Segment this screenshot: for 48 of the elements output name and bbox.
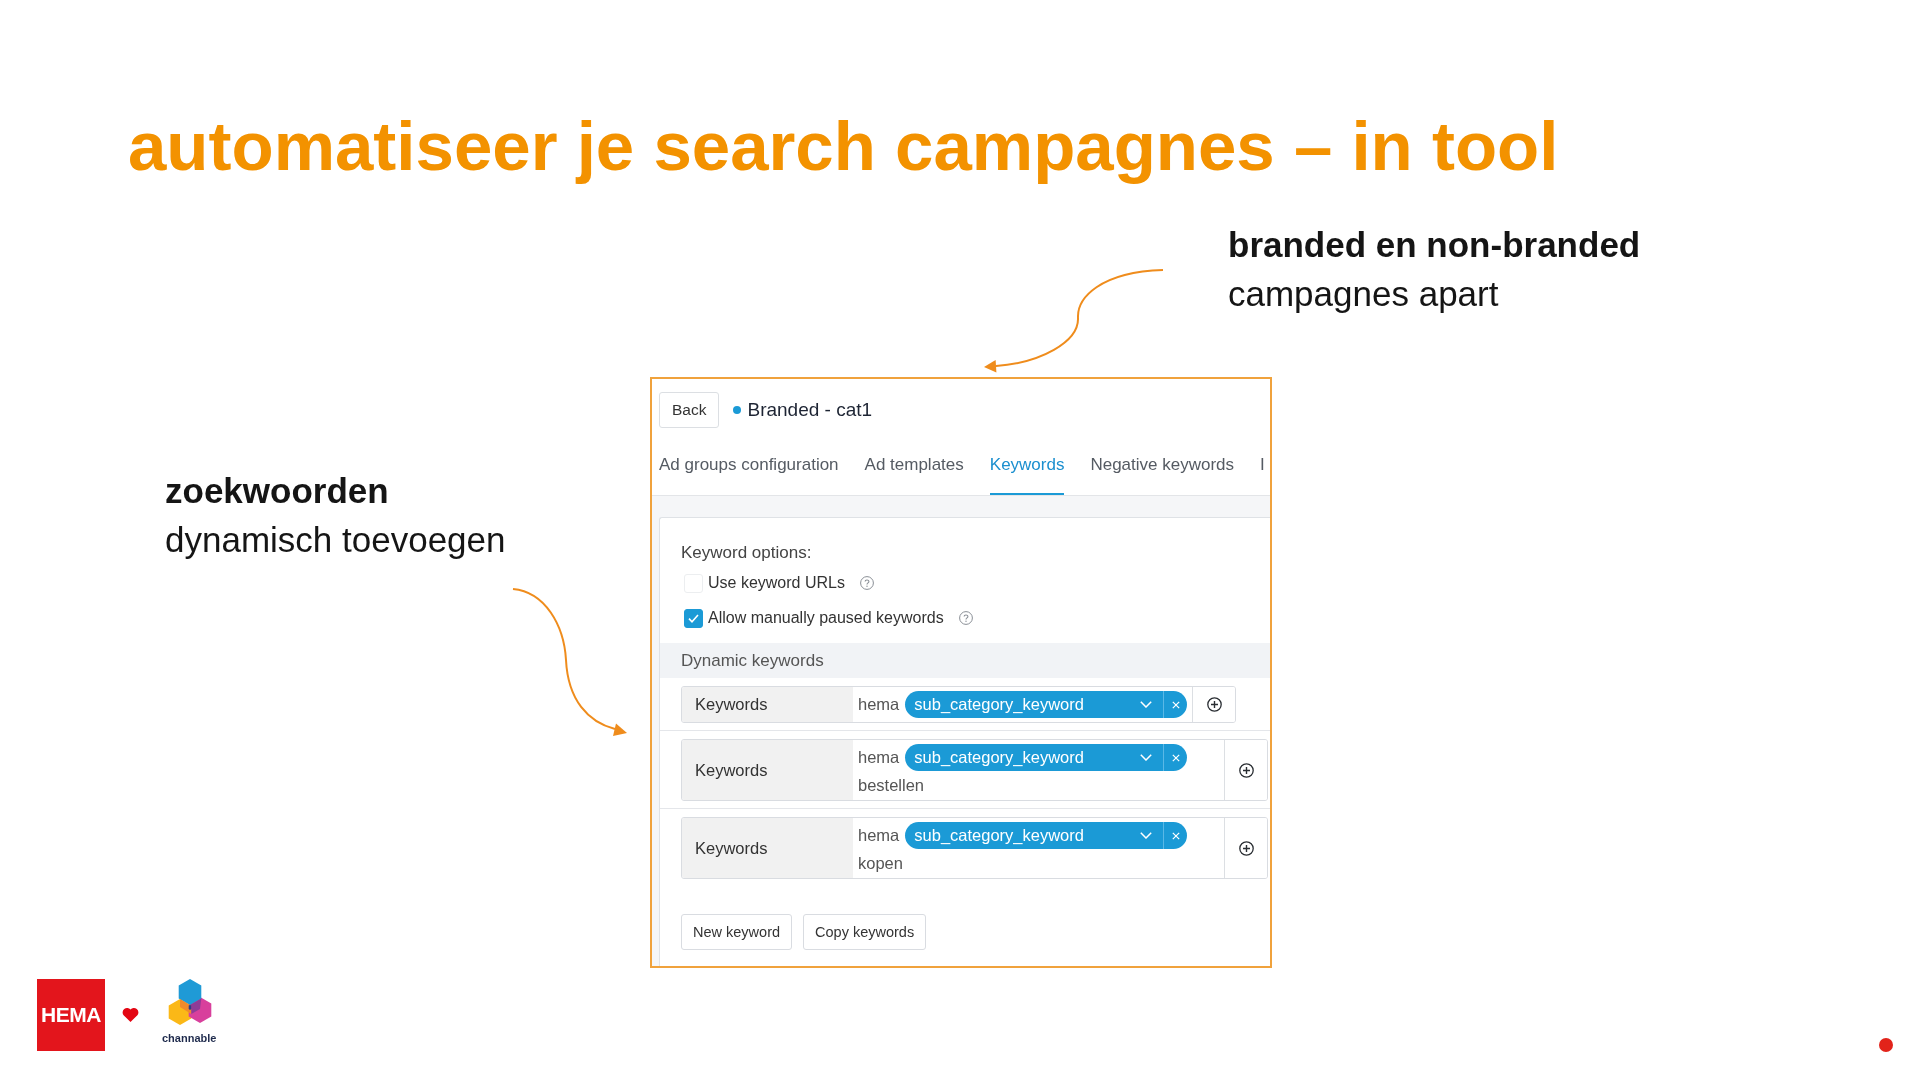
checkmark-icon: [688, 613, 699, 623]
keyword-text: hema: [858, 747, 900, 768]
row-label: Keywords: [682, 687, 853, 722]
row-label: Keywords: [682, 818, 853, 878]
keyword-input-field[interactable]: hema sub_category_keyword: [853, 687, 1193, 722]
tab[interactable]: Ad templates: [864, 447, 964, 495]
slide-title: automatiseer je search campagnes – in tool: [128, 107, 1559, 187]
tab[interactable]: I: [1260, 447, 1265, 495]
keyword-text: hema: [858, 694, 900, 715]
hexagon-logo-icon: [167, 979, 213, 1025]
campaign-title: Branded - cat1: [747, 399, 873, 421]
checkbox[interactable]: [684, 608, 703, 628]
action-button[interactable]: New keyword: [681, 914, 793, 950]
keyword-input-field[interactable]: hema sub_category_keyword kopen: [853, 818, 1224, 878]
callout-text: dynamisch toevoegen: [165, 519, 506, 561]
chevron-down-icon[interactable]: [1140, 701, 1153, 708]
brand-logo: HEMA: [37, 979, 105, 1051]
slide-marker-icon: [1879, 1038, 1893, 1052]
callout-heading: zoekwoorden: [165, 470, 389, 512]
chevron-down-icon[interactable]: [1140, 832, 1153, 839]
callout-heading: branded en non-branded: [1228, 224, 1641, 266]
keyword-text: bestellen: [858, 775, 926, 796]
add-button[interactable]: [1192, 687, 1236, 722]
tab[interactable]: Ad groups configuration: [659, 447, 839, 495]
callout-text: campagnes apart: [1228, 273, 1499, 315]
logo-wordmark: channable: [162, 1031, 217, 1045]
action-button[interactable]: Copy keywords: [803, 914, 927, 950]
tab[interactable]: Negative keywords: [1090, 447, 1235, 495]
help-icon[interactable]: [958, 611, 973, 625]
add-icon: [1238, 762, 1254, 778]
section-label: Keyword options:: [681, 544, 812, 562]
status-dot-icon: [733, 406, 742, 414]
help-icon[interactable]: [859, 576, 874, 590]
option-label: Allow manually paused keywords: [708, 609, 944, 627]
back-button[interactable]: Back: [659, 392, 720, 428]
close-icon[interactable]: [1171, 700, 1180, 709]
keyword-input-field[interactable]: hema sub_category_keyword bestellen: [853, 740, 1224, 800]
close-icon[interactable]: [1171, 831, 1180, 840]
heart-icon: [122, 1007, 139, 1022]
option-label: Use keyword URLs: [708, 574, 845, 592]
close-icon[interactable]: [1171, 753, 1180, 762]
add-icon: [1206, 697, 1222, 712]
add-icon: [1238, 840, 1254, 856]
row-label: Keywords: [682, 740, 853, 800]
chevron-down-icon[interactable]: [1140, 754, 1153, 761]
section-header: Dynamic keywords: [660, 643, 1270, 678]
keyword-text: kopen: [858, 853, 904, 874]
keyword-text: hema: [858, 825, 900, 846]
